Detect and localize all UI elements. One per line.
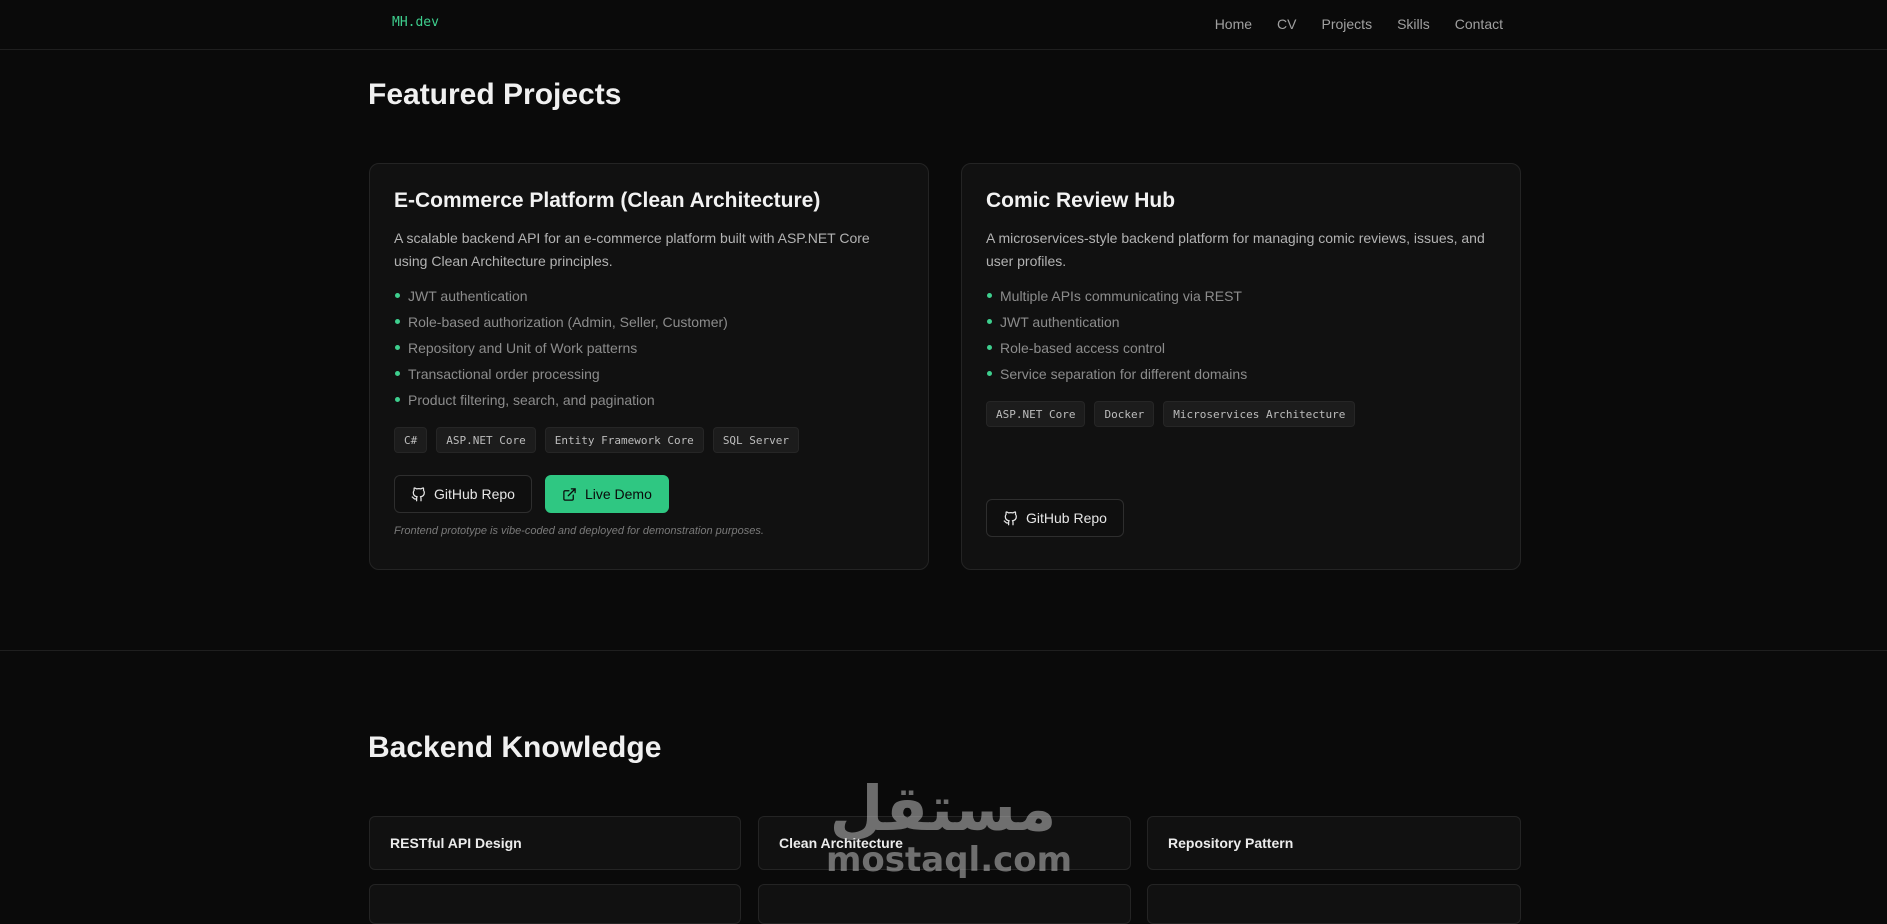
tech-tag-list: ASP.NET Core Docker Microservices Archit… [986,401,1496,427]
section-divider [0,650,1887,651]
bullet-icon [987,319,992,324]
tech-tag-list: C# ASP.NET Core Entity Framework Core SQ… [394,427,904,453]
tech-tag: ASP.NET Core [986,401,1086,427]
featured-projects-heading: Featured Projects [368,78,622,111]
bullet-icon [395,319,400,324]
tech-tag: Entity Framework Core [544,427,704,453]
bullet-icon [987,371,992,376]
nav-link-contact[interactable]: Contact [1455,16,1503,32]
feature-item: Product filtering, search, and paginatio… [394,389,904,415]
live-demo-button[interactable]: Live Demo [544,475,669,513]
knowledge-card: Clean Architecture [758,816,1131,870]
tech-tag: Microservices Architecture [1163,401,1356,427]
knowledge-card-partial [1147,884,1521,924]
feature-item: JWT authentication [394,285,904,311]
nav-link-projects[interactable]: Projects [1322,16,1373,32]
github-repo-button[interactable]: GitHub Repo [394,475,532,513]
project-note: Frontend prototype is vibe-coded and dep… [394,525,764,537]
bullet-icon [395,397,400,402]
bullet-icon [987,293,992,298]
project-description: A microservices-style backend platform f… [986,230,1485,269]
feature-item: Repository and Unit of Work patterns [394,337,904,363]
knowledge-card-partial [369,884,741,924]
bullet-icon [395,293,400,298]
tech-tag: ASP.NET Core [436,427,536,453]
nav-links: Home CV Projects Skills Contact [1215,16,1503,32]
nav-link-cv[interactable]: CV [1277,16,1296,32]
feature-item: Role-based authorization (Admin, Seller,… [394,311,904,337]
nav-link-skills[interactable]: Skills [1397,16,1430,32]
bullet-icon [395,345,400,350]
backend-knowledge-heading: Backend Knowledge [368,731,662,764]
bullet-icon [987,345,992,350]
feature-item: Multiple APIs communicating via REST [986,285,1496,311]
github-icon [411,486,425,501]
knowledge-card: Repository Pattern [1147,816,1521,870]
bullet-icon [395,371,400,376]
project-description: A scalable backend API for an e-commerce… [394,230,870,269]
project-actions: GitHub Repo [986,499,1496,537]
project-feature-list: Multiple APIs communicating via REST JWT… [986,285,1496,389]
feature-item: Transactional order processing [394,363,904,389]
knowledge-label: RESTful API Design [390,835,522,851]
knowledge-card-partial [758,884,1131,924]
tech-tag: C# [394,427,428,453]
external-link-icon [563,487,576,501]
feature-item: JWT authentication [986,311,1496,337]
tech-tag: SQL Server [712,427,800,453]
knowledge-label: Repository Pattern [1168,835,1294,851]
feature-item: Service separation for different domains [986,363,1496,389]
github-icon [1003,510,1017,525]
site-logo[interactable]: MH.dev [392,15,439,30]
project-card-comic-review-hub: Comic Review Hub A microservices-style b… [961,163,1521,570]
nav-link-home[interactable]: Home [1215,16,1252,32]
feature-item: Role-based access control [986,337,1496,363]
tech-tag: Docker [1094,401,1155,427]
github-repo-button[interactable]: GitHub Repo [986,499,1124,537]
knowledge-label: Clean Architecture [779,835,903,851]
project-title: E-Commerce Platform (Clean Architecture) [394,189,821,212]
project-card-ecommerce: E-Commerce Platform (Clean Architecture)… [369,163,929,570]
knowledge-card: RESTful API Design [369,816,741,870]
top-navbar: MH.dev Home CV Projects Skills Contact [0,0,1887,50]
project-feature-list: JWT authentication Role-based authorizat… [394,285,904,415]
project-actions: GitHub Repo Live Demo [394,475,904,513]
project-title: Comic Review Hub [986,189,1176,212]
